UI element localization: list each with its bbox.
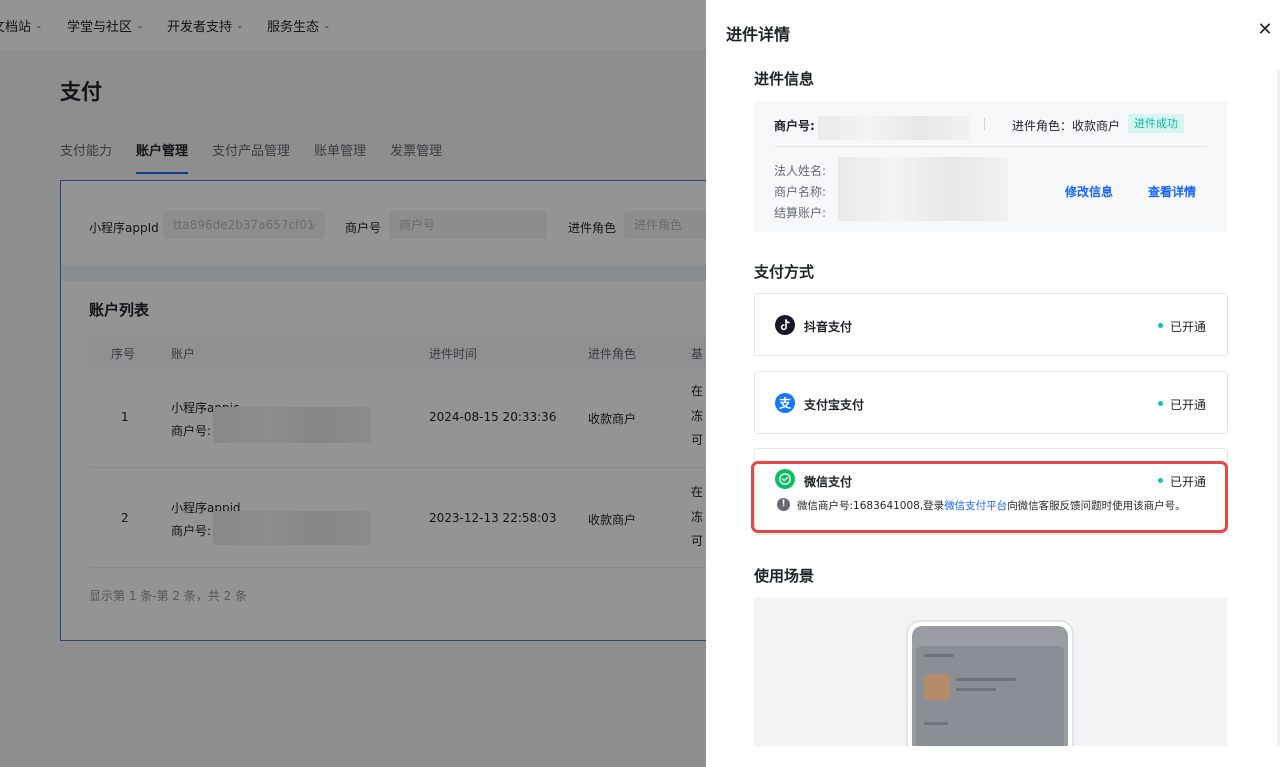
divider xyxy=(984,118,985,130)
merchant-info-box: 商户号: 进件角色：收款商户 进件成功 法人姓名: 商户名称: 结算账户: 修改… xyxy=(754,101,1227,232)
payment-method-douyin: 抖音支付 已开通 xyxy=(754,293,1228,356)
merchant-name-label: 商户名称: xyxy=(774,185,827,199)
redacted-block xyxy=(818,116,970,140)
redacted-block xyxy=(838,157,1008,221)
svg-text:支: 支 xyxy=(778,396,792,411)
phone-sheet xyxy=(916,646,1064,758)
payment-status: 已开通 xyxy=(1170,398,1207,412)
alipay-icon: 支 xyxy=(775,393,795,413)
scene-section-title: 使用场景 xyxy=(754,567,815,585)
settle-account-label: 结算账户: xyxy=(774,206,827,220)
douyin-icon xyxy=(775,315,795,335)
phone-mockup xyxy=(906,620,1074,760)
edit-info-link[interactable]: 修改信息 xyxy=(1065,183,1113,200)
highlight-box xyxy=(751,461,1228,533)
product-thumbnail xyxy=(924,674,950,700)
payment-name: 支付宝支付 xyxy=(804,398,865,412)
phone-screen xyxy=(912,626,1068,758)
payment-name: 抖音支付 xyxy=(804,320,853,334)
divider xyxy=(774,146,1207,147)
legal-name-label: 法人姓名: xyxy=(774,164,827,178)
modal-overlay[interactable] xyxy=(0,0,706,767)
view-detail-link[interactable]: 查看详情 xyxy=(1148,183,1196,200)
status-dot xyxy=(1158,401,1163,406)
close-icon[interactable]: ✕ xyxy=(1255,18,1275,42)
status-badge: 进件成功 xyxy=(1128,114,1184,133)
merchant-no-label: 商户号: xyxy=(774,119,815,133)
application-detail-drawer: 进件详情 ✕ 进件信息 商户号: 进件角色：收款商户 进件成功 法人姓名: 商户… xyxy=(706,0,1280,767)
payment-section-title: 支付方式 xyxy=(754,263,815,281)
info-section-title: 进件信息 xyxy=(754,70,815,88)
status-dot xyxy=(1158,323,1163,328)
payment-status: 已开通 xyxy=(1170,320,1207,334)
usage-scene-preview xyxy=(754,598,1227,760)
role-text: 进件角色：收款商户 xyxy=(1012,119,1121,133)
drawer-title: 进件详情 xyxy=(726,25,791,44)
payment-method-alipay: 支 支付宝支付 已开通 xyxy=(754,371,1228,434)
